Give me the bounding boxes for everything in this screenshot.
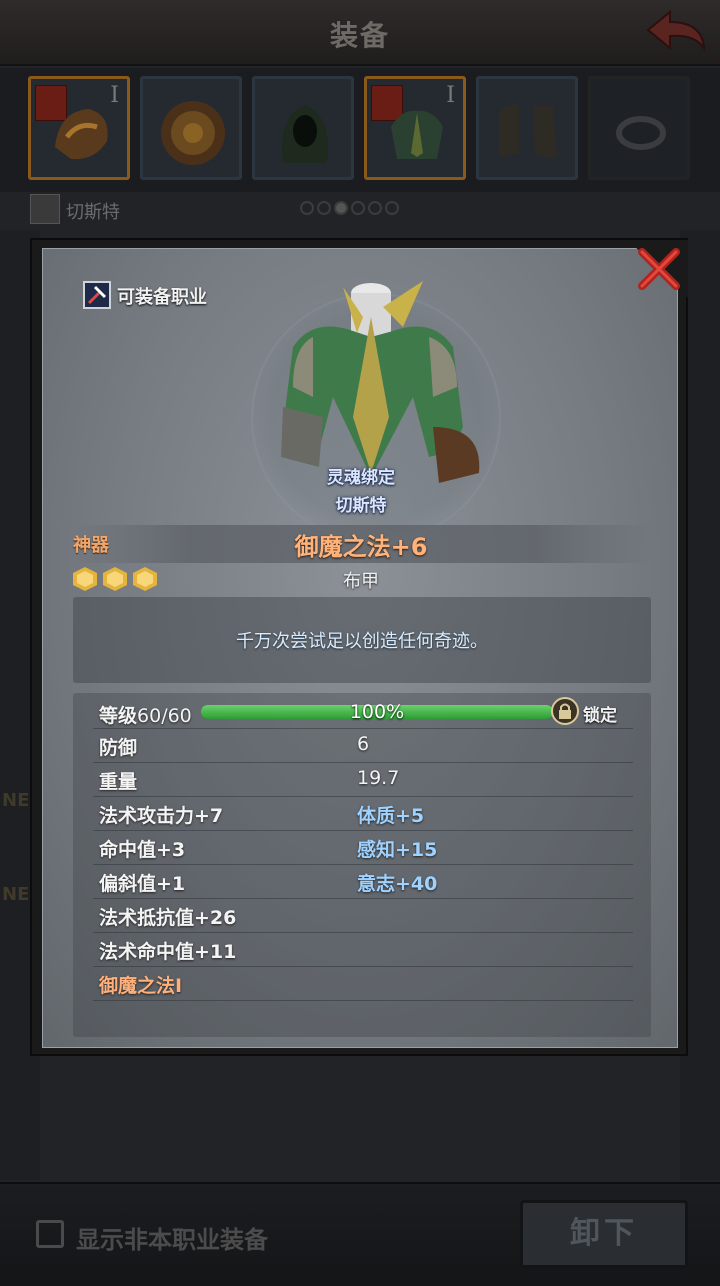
ring-icon — [616, 116, 666, 150]
equippable-class-label: 可装备职业 — [117, 287, 207, 308]
back-arrow-icon[interactable] — [644, 8, 708, 58]
slot-shield[interactable] — [140, 76, 242, 180]
sun-shield-icon — [161, 101, 225, 165]
stat-left: 防御 — [99, 737, 138, 759]
stat-row: 偏斜值+1 意志+40 — [93, 865, 633, 899]
slot-ring[interactable] — [588, 76, 690, 180]
checkbox[interactable] — [36, 1220, 64, 1248]
stat-row: 法术抵抗值+26 — [93, 899, 633, 933]
item-type: 布甲 — [343, 571, 379, 592]
new-label: NE — [2, 790, 30, 811]
stat-right: 意志+40 — [357, 873, 438, 895]
page-indicator — [300, 200, 402, 218]
slot-rank: I — [446, 83, 455, 108]
leaf-armor-icon — [391, 110, 443, 159]
stat-row: 御魔之法I — [93, 967, 633, 1001]
lock-label: 锁定 — [583, 706, 617, 726]
stat-left: 命中值+3 — [99, 839, 186, 861]
stat-left: 御魔之法I — [99, 975, 183, 997]
stat-left: 法术命中值+11 — [99, 941, 237, 963]
stats-box: 等级60/60 100% 锁定 防御 6 重量 19.7 法术攻击力+7 体质+… — [73, 693, 651, 1037]
slot-rank: I — [110, 83, 119, 108]
page-dot[interactable] — [385, 201, 399, 215]
item-detail-modal: 可装备职业 灵魂绑定 切斯特 神器 御魔之法+6 布甲 千万次尝试足以创造任何奇… — [30, 238, 688, 1056]
page-dot-active[interactable] — [334, 201, 348, 215]
page-dot[interactable] — [300, 201, 314, 215]
stat-left: 法术攻击力+7 — [99, 805, 224, 827]
level-label: 等级60/60 — [99, 701, 192, 728]
stat-right: 19.7 — [357, 767, 400, 789]
character-name: 切斯特 — [66, 202, 120, 223]
level-label-text: 等级 — [99, 705, 138, 727]
stat-left: 偏斜值+1 — [99, 873, 186, 895]
page-title: 装备 — [329, 19, 390, 52]
top-bar: 装备 — [0, 0, 720, 66]
checkbox-label: 显示非本职业装备 — [76, 1226, 268, 1254]
close-icon[interactable] — [628, 240, 688, 298]
stat-left: 法术抵抗值+26 — [99, 907, 237, 929]
level-percent: 100% — [349, 701, 405, 723]
soulbind-owner-name: 切斯特 — [335, 496, 387, 516]
stat-row: 法术攻击力+7 体质+5 — [93, 797, 633, 831]
stat-right: 感知+15 — [357, 839, 438, 861]
new-label: NE — [2, 884, 30, 905]
description-box: 千万次尝试足以创造任何奇迹。 — [73, 597, 651, 683]
page-dot[interactable] — [351, 201, 365, 215]
item-name: 御魔之法+6 — [294, 533, 428, 561]
stat-right: 6 — [357, 733, 370, 755]
soulbind-label: 灵魂绑定 — [327, 468, 395, 488]
stat-right: 体质+5 — [357, 805, 425, 827]
equipment-slot-bar: I I — [0, 68, 720, 192]
level-value: 60/60 — [137, 705, 192, 727]
slot-boots[interactable] — [476, 76, 578, 180]
stat-row: 防御 6 — [93, 729, 633, 763]
hood-cloak-icon — [281, 105, 329, 163]
slot-armor[interactable]: I — [364, 76, 466, 180]
stat-row: 重量 19.7 — [93, 763, 633, 797]
stat-left: 重量 — [99, 771, 138, 793]
class-icon — [83, 281, 111, 309]
unequip-button[interactable]: 卸下 — [520, 1200, 688, 1268]
character-avatar[interactable] — [30, 194, 60, 224]
lock-icon[interactable] — [551, 697, 579, 725]
slot-helmet[interactable]: I — [28, 76, 130, 180]
leather-boots-icon — [499, 105, 557, 159]
page-dot[interactable] — [368, 201, 382, 215]
item-detail-panel: 可装备职业 灵魂绑定 切斯特 神器 御魔之法+6 布甲 千万次尝试足以创造任何奇… — [42, 248, 678, 1048]
page-dot[interactable] — [317, 201, 331, 215]
dragon-helmet-icon — [55, 109, 108, 160]
level-row: 等级60/60 100% 锁定 — [93, 695, 633, 729]
stat-row: 命中值+3 感知+15 — [93, 831, 633, 865]
slot-cloak[interactable] — [252, 76, 354, 180]
item-description: 千万次尝试足以创造任何奇迹。 — [236, 631, 488, 652]
stat-row: 法术命中值+11 — [93, 933, 633, 967]
